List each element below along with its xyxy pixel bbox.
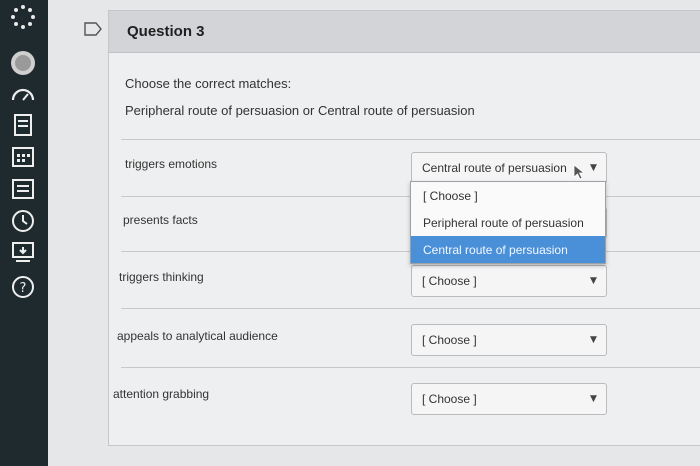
dropdown-option[interactable]: [ Choose ] — [411, 182, 605, 209]
match-prompt-5: attention grabbing — [113, 387, 210, 401]
match-select-value: [ Choose ] — [422, 333, 477, 347]
match-prompt-3: triggers thinking — [119, 270, 204, 284]
question-instruction: Choose the correct matches: — [125, 76, 292, 91]
match-prompt-4: appeals to analytical audience — [117, 329, 278, 343]
chevron-down-icon: ▼ — [590, 276, 597, 286]
match-prompt-2: presents facts — [123, 213, 198, 227]
dropdown-option[interactable]: Peripheral route of persuasion — [411, 209, 605, 236]
inbox-icon[interactable] — [10, 176, 36, 202]
match-select-4[interactable]: [ Choose ] ▼ — [411, 324, 607, 356]
divider — [121, 308, 700, 309]
mouse-pointer-icon — [573, 164, 586, 180]
calendar-icon[interactable] — [10, 144, 36, 170]
help-icon[interactable]: ? — [10, 274, 36, 300]
avatar-icon[interactable] — [10, 50, 36, 76]
match-select-5[interactable]: [ Choose ] ▼ — [411, 383, 607, 415]
divider — [121, 139, 700, 140]
match-select-3[interactable]: [ Choose ] ▼ — [411, 265, 607, 297]
loading-dots-icon — [10, 4, 36, 30]
match-select-value: Central route of persuasion — [422, 161, 567, 175]
chevron-down-icon: ▼ — [590, 335, 597, 345]
chevron-down-icon: ▼ — [590, 394, 597, 404]
divider — [121, 367, 700, 368]
chevron-down-icon: ▼ — [590, 163, 597, 173]
courses-icon[interactable] — [10, 112, 36, 138]
dashboard-icon[interactable] — [10, 82, 36, 108]
question-card: Question 3 Choose the correct matches: P… — [108, 10, 700, 446]
question-title: Question 3 — [127, 23, 205, 40]
flag-question-icon[interactable] — [84, 22, 102, 36]
svg-text:?: ? — [20, 281, 27, 296]
history-icon[interactable] — [10, 208, 36, 234]
question-header: Question 3 — [109, 11, 700, 53]
question-options-prompt: Peripheral route of persuasion or Centra… — [125, 103, 475, 118]
dropdown-option-selected[interactable]: Central route of persuasion — [411, 236, 605, 263]
commons-icon[interactable] — [10, 240, 36, 266]
match-select-value: [ Choose ] — [422, 274, 477, 288]
global-nav-rail: ? — [0, 0, 48, 466]
match-select-value: [ Choose ] — [422, 392, 477, 406]
match-dropdown-list: [ Choose ] Peripheral route of persuasio… — [410, 181, 606, 264]
match-prompt-1: triggers emotions — [125, 157, 218, 171]
